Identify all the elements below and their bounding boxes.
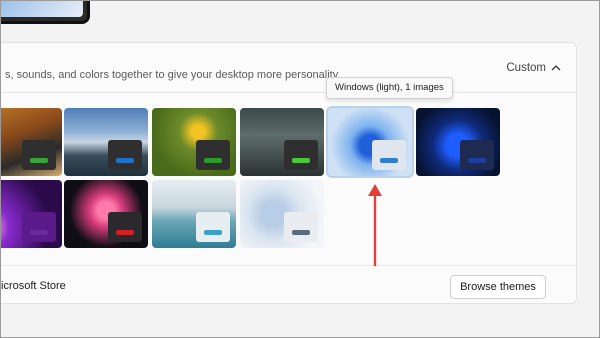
browse-themes-button[interactable]: Browse themes — [450, 275, 546, 299]
theme-beach[interactable] — [152, 180, 236, 248]
theme-tooltip: Windows (light), 1 images — [326, 77, 453, 99]
themes-header[interactable]: s, sounds, and colors together to give y… — [0, 43, 576, 93]
device-preview — [0, 0, 90, 24]
theme-accent-swatch — [468, 158, 486, 163]
theme-mountain-lake[interactable] — [64, 108, 148, 176]
theme-accent-swatch — [204, 230, 222, 235]
theme-swirl[interactable] — [240, 180, 324, 248]
theme-preview-window — [196, 140, 230, 170]
theme-forest[interactable] — [240, 108, 324, 176]
theme-accent-swatch — [204, 158, 222, 163]
theme-accent-swatch — [292, 230, 310, 235]
theme-accent-swatch — [116, 158, 134, 163]
theme-accent-swatch — [30, 158, 48, 163]
store-text: icrosoft Store — [1, 280, 66, 292]
theme-accent-swatch — [116, 230, 134, 235]
theme-preview-window — [108, 212, 142, 242]
theme-preview-window — [460, 140, 494, 170]
current-theme-label: Custom — [506, 62, 546, 74]
theme-leaf[interactable] — [152, 108, 236, 176]
themes-description: s, sounds, and colors together to give y… — [5, 69, 339, 81]
theme-tiger[interactable] — [0, 108, 62, 176]
theme-preview-window — [108, 140, 142, 170]
theme-glow[interactable] — [0, 180, 62, 248]
theme-preview-window — [284, 212, 318, 242]
store-row: icrosoft Store Browse themes — [0, 265, 576, 305]
theme-flower[interactable] — [64, 180, 148, 248]
chevron-up-icon[interactable] — [550, 61, 562, 73]
theme-windows-dark[interactable] — [416, 108, 500, 176]
theme-preview-window — [196, 212, 230, 242]
device-preview-screen — [0, 0, 83, 17]
theme-windows-light[interactable] — [326, 106, 414, 178]
theme-preview-window — [22, 140, 56, 170]
theme-preview-window — [284, 140, 318, 170]
theme-accent-swatch — [292, 158, 310, 163]
theme-accent-swatch — [380, 158, 398, 163]
theme-preview-window — [372, 140, 406, 170]
red-arrow-annotation — [368, 184, 382, 266]
theme-preview-window — [22, 212, 56, 242]
theme-accent-swatch — [30, 230, 48, 235]
